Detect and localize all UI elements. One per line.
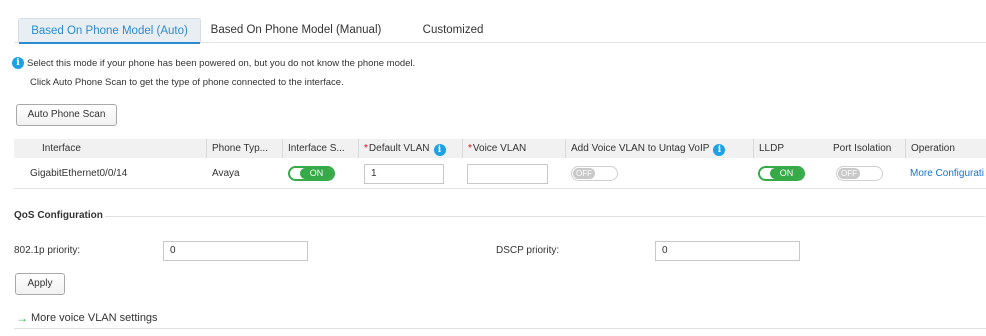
more-voice-vlan-settings-label: More voice VLAN settings (31, 312, 158, 324)
col-operation: Operation (905, 139, 986, 158)
more-configuration-link[interactable]: More Configurati (910, 160, 986, 188)
col-interface-status: Interface S... (282, 139, 360, 158)
cell-phone-type: Avaya (212, 168, 240, 179)
info-text-line1: Select this mode if your phone has been … (27, 57, 416, 69)
table-row: GigabitEthernet0/0/14 Avaya ON 1 OFF ON … (14, 160, 986, 189)
tab-customized[interactable]: Customized (412, 18, 494, 41)
toggle-knob: ON (300, 168, 333, 179)
auto-phone-scan-button[interactable]: Auto Phone Scan (16, 104, 117, 126)
lldp-toggle[interactable]: ON (758, 166, 805, 181)
dot1p-priority-label: 802.1p priority: (14, 245, 81, 256)
required-marker: * (468, 143, 472, 154)
table-header: Interface Phone Typ... Interface S... *D… (14, 139, 986, 158)
default-vlan-input[interactable]: 1 (364, 164, 444, 184)
section-divider (14, 328, 986, 329)
cell-interface: GigabitEthernet0/0/14 (30, 168, 128, 179)
col-phone-type: Phone Typ... (206, 139, 284, 158)
more-voice-vlan-settings-link[interactable]: → More voice VLAN settings (16, 311, 158, 325)
col-default-vlan-label: Default VLAN (368, 143, 430, 154)
arrow-right-icon: → (16, 311, 28, 325)
col-lldp: LLDP (753, 139, 829, 158)
dscp-priority-input[interactable]: 0 (655, 241, 800, 261)
dot1p-priority-input[interactable]: 0 (163, 241, 308, 261)
col-port-isolation: Port Isolation (833, 143, 892, 154)
tab-manual[interactable]: Based On Phone Model (Manual) (206, 18, 386, 41)
col-add-voice-vlan-label: Add Voice VLAN to Untag VoIP (571, 143, 710, 154)
apply-button[interactable]: Apply (15, 273, 65, 295)
toggle-knob: OFF (573, 168, 595, 179)
help-icon[interactable]: i (713, 144, 726, 156)
toggle-knob: OFF (838, 168, 860, 179)
col-default-vlan: *Default VLAN i (358, 139, 464, 158)
toggle-knob: ON (770, 168, 803, 179)
info-message: i Select this mode if your phone has bee… (12, 57, 415, 69)
add-voice-vlan-toggle[interactable]: OFF (571, 166, 618, 181)
mode-tabs: Based On Phone Model (Auto) Based On Pho… (14, 18, 986, 44)
col-voice-vlan-label: Voice VLAN (472, 143, 527, 154)
qos-section-title: QoS Configuration (14, 210, 103, 221)
col-interface: Interface (42, 143, 81, 154)
port-isolation-toggle[interactable]: OFF (836, 166, 883, 181)
help-icon[interactable]: i (433, 144, 446, 156)
tab-auto[interactable]: Based On Phone Model (Auto) (18, 18, 201, 44)
voice-vlan-input[interactable] (467, 164, 548, 184)
interface-status-toggle[interactable]: ON (288, 166, 335, 181)
info-text-line2: Click Auto Phone Scan to get the type of… (30, 77, 344, 88)
col-add-voice-vlan: Add Voice VLAN to Untag VoIP i (565, 139, 755, 158)
section-divider (105, 216, 985, 217)
required-marker: * (364, 143, 368, 154)
col-voice-vlan: *Voice VLAN (462, 139, 566, 158)
info-icon: i (12, 57, 24, 69)
dscp-priority-label: DSCP priority: (496, 245, 560, 256)
